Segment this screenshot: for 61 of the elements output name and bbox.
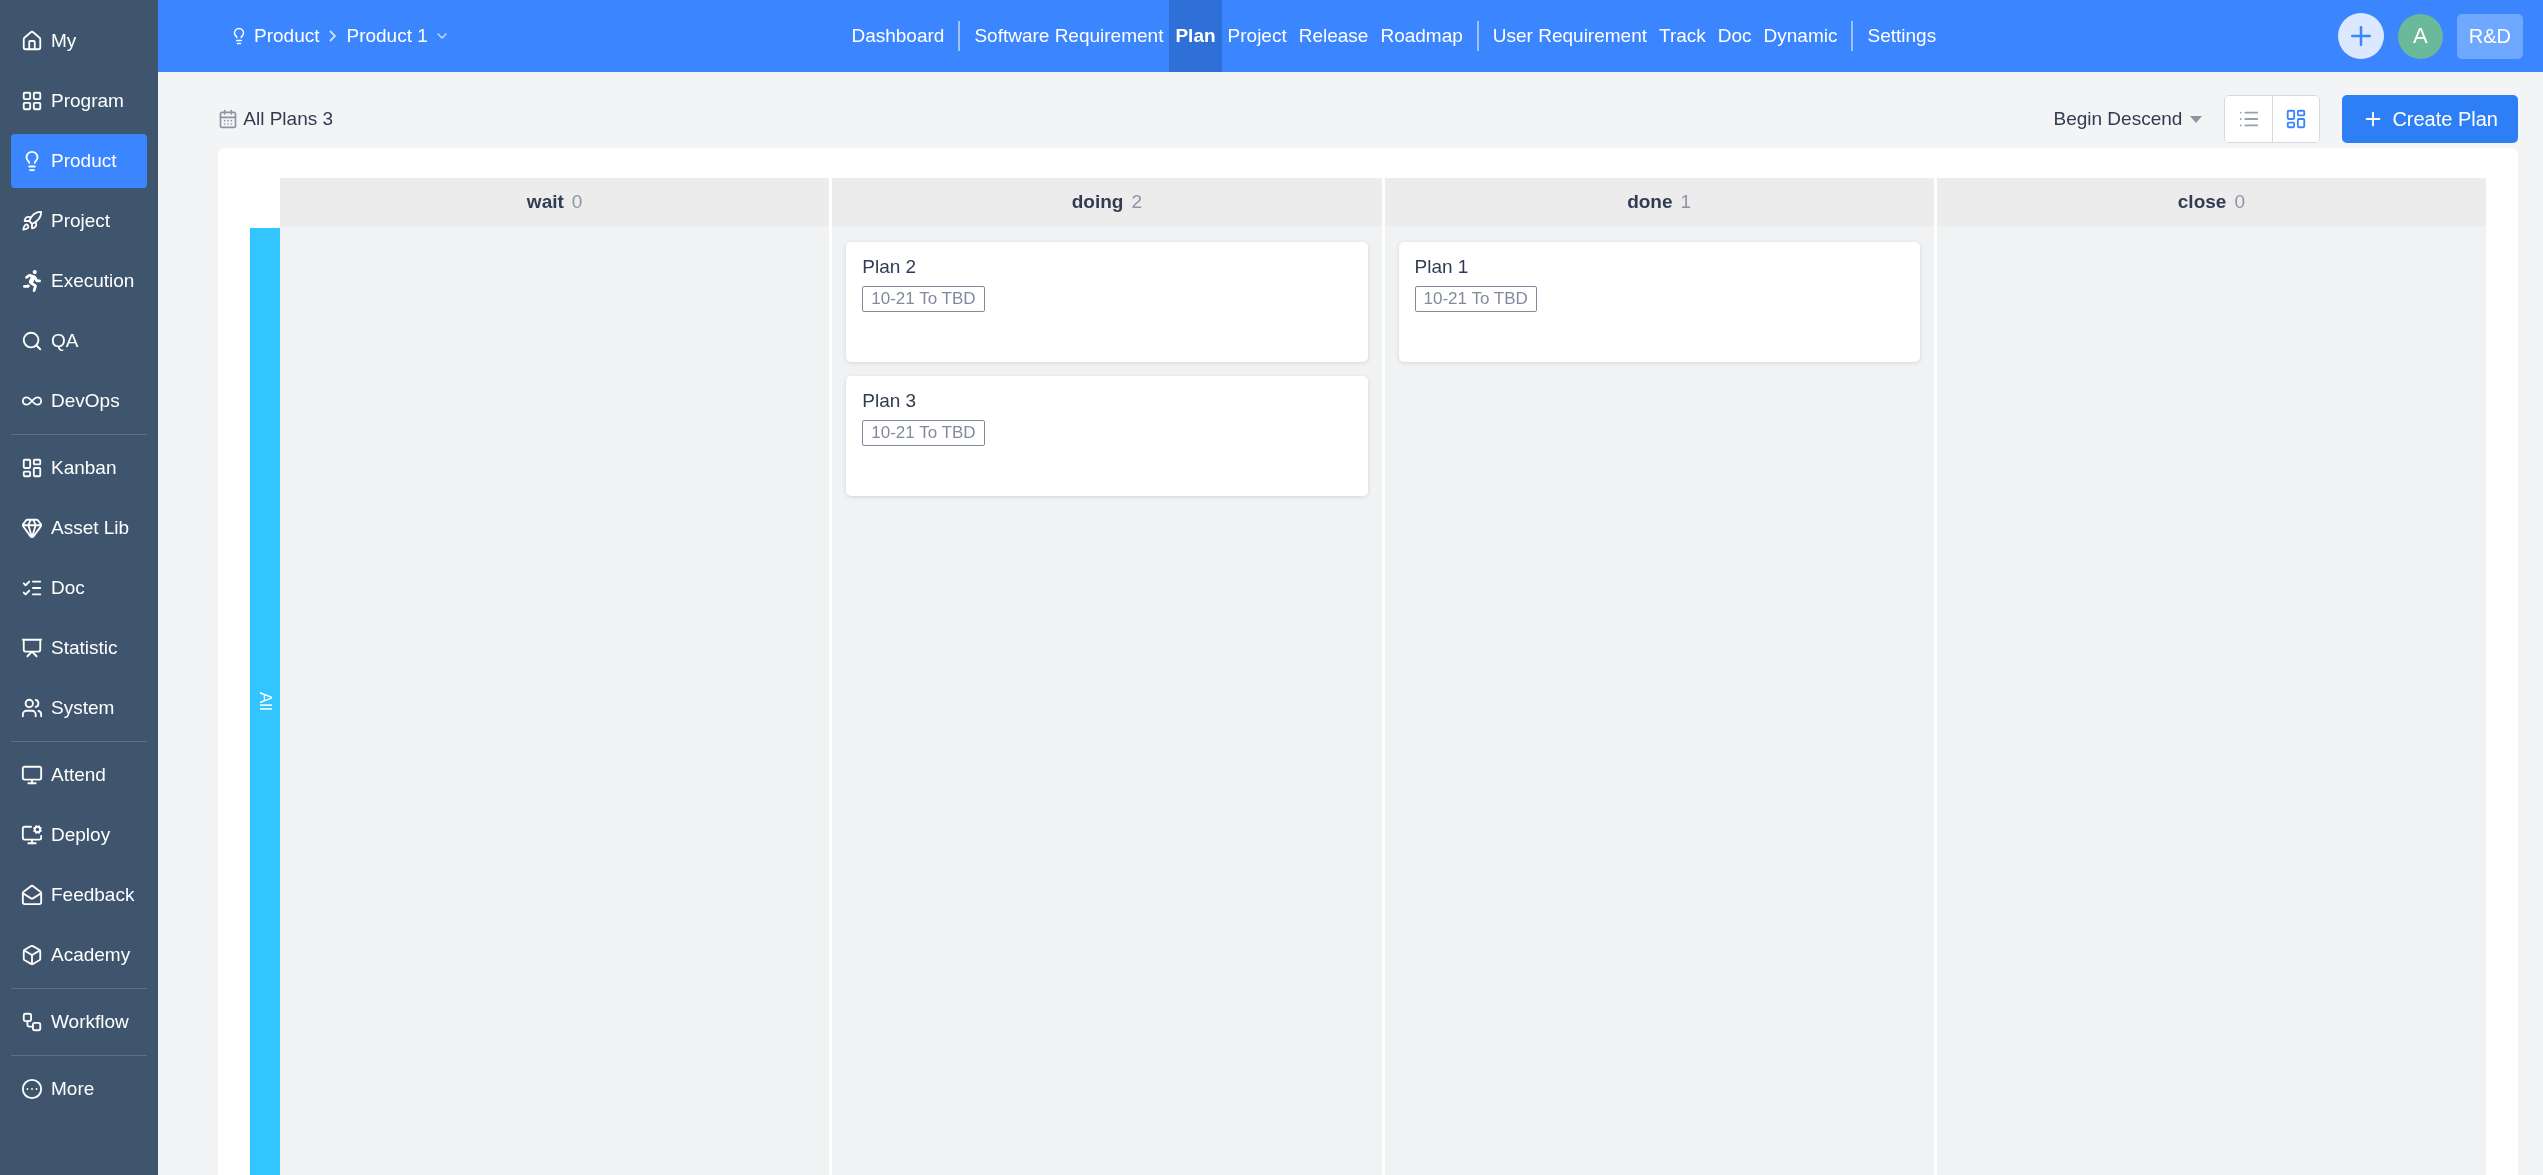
date-tag: 10-21 To TBD bbox=[862, 286, 985, 312]
search-icon bbox=[21, 330, 43, 352]
users-icon bbox=[21, 697, 43, 719]
plan-title: Plan 1 bbox=[1414, 256, 1469, 278]
column-count: 0 bbox=[2234, 191, 2245, 213]
column-name: wait bbox=[526, 191, 564, 213]
kanban-view-button[interactable] bbox=[2272, 96, 2320, 142]
nav-tab[interactable]: Plan bbox=[1169, 0, 1222, 72]
add-button[interactable] bbox=[2337, 13, 2384, 59]
sidebar-item[interactable]: More bbox=[11, 1062, 147, 1116]
sidebar-item[interactable]: Project bbox=[11, 194, 147, 248]
date-tag: 10-21 To TBD bbox=[1414, 286, 1537, 312]
sidebar-item[interactable]: Academy bbox=[11, 928, 147, 982]
sidebar-item[interactable]: Kanban bbox=[11, 441, 147, 495]
date-tag: 10-21 To TBD bbox=[862, 420, 985, 446]
column-name: done bbox=[1627, 191, 1673, 213]
list-view-button[interactable] bbox=[2225, 96, 2273, 142]
caret-icon bbox=[2190, 115, 2203, 123]
sidebar-item[interactable]: Program bbox=[11, 74, 147, 128]
rocket-icon bbox=[21, 210, 43, 232]
monitor-icon bbox=[21, 764, 43, 786]
column-name: doing bbox=[1071, 191, 1124, 213]
layout-icon bbox=[2285, 108, 2308, 130]
plan-card[interactable]: Plan 3 10-21 To TBD bbox=[846, 376, 1368, 496]
sidebar-item[interactable]: Doc bbox=[11, 561, 147, 615]
column-name: close bbox=[2177, 191, 2227, 213]
sidebar-item[interactable]: Asset Lib bbox=[11, 501, 147, 555]
column-count: 0 bbox=[571, 191, 583, 213]
sidebar-item[interactable]: Deploy bbox=[11, 808, 147, 862]
sidebar-item[interactable]: Feedback bbox=[11, 868, 147, 922]
plan-title: Plan 2 bbox=[862, 256, 917, 278]
chevron-icon bbox=[329, 30, 337, 42]
column-count: 1 bbox=[1680, 191, 1692, 213]
sidebar-item[interactable]: QA bbox=[11, 314, 147, 368]
grid-icon bbox=[21, 90, 43, 112]
more-icon bbox=[21, 1078, 43, 1100]
monitor-gear-icon bbox=[21, 824, 43, 846]
box-icon bbox=[21, 944, 43, 966]
column-count: 2 bbox=[1131, 191, 1142, 213]
presentation-icon bbox=[21, 637, 43, 659]
runner-icon bbox=[21, 270, 43, 292]
sort-dropdown[interactable]: Begin Descend bbox=[2047, 107, 2209, 131]
sidebar-item[interactable]: Workflow bbox=[11, 995, 147, 1049]
sidebar-item[interactable]: Execution bbox=[11, 254, 147, 308]
plan-card[interactable]: Plan 1 10-21 To TBD bbox=[1398, 242, 1920, 362]
create-plan-button[interactable]: Create Plan bbox=[2342, 95, 2518, 143]
plan-title: Plan 3 bbox=[862, 390, 917, 412]
gem-icon bbox=[21, 517, 43, 539]
calendar-icon bbox=[218, 109, 238, 129]
open-mail-icon bbox=[21, 884, 43, 906]
workflow-icon bbox=[21, 1011, 43, 1033]
sidebar-item[interactable]: Attend bbox=[11, 748, 147, 802]
plan-card[interactable]: Plan 2 10-21 To TBD bbox=[846, 242, 1368, 362]
layout-icon bbox=[21, 457, 43, 479]
sidebar-item[interactable]: System bbox=[11, 681, 147, 735]
page-title: All Plans 3 bbox=[242, 108, 334, 130]
home-icon bbox=[21, 30, 43, 52]
lane-label: All bbox=[250, 228, 280, 1175]
sidebar-item[interactable]: Statistic bbox=[11, 621, 147, 675]
sidebar-item[interactable]: DevOps bbox=[11, 374, 147, 428]
sidebar-item[interactable]: My bbox=[11, 14, 147, 68]
